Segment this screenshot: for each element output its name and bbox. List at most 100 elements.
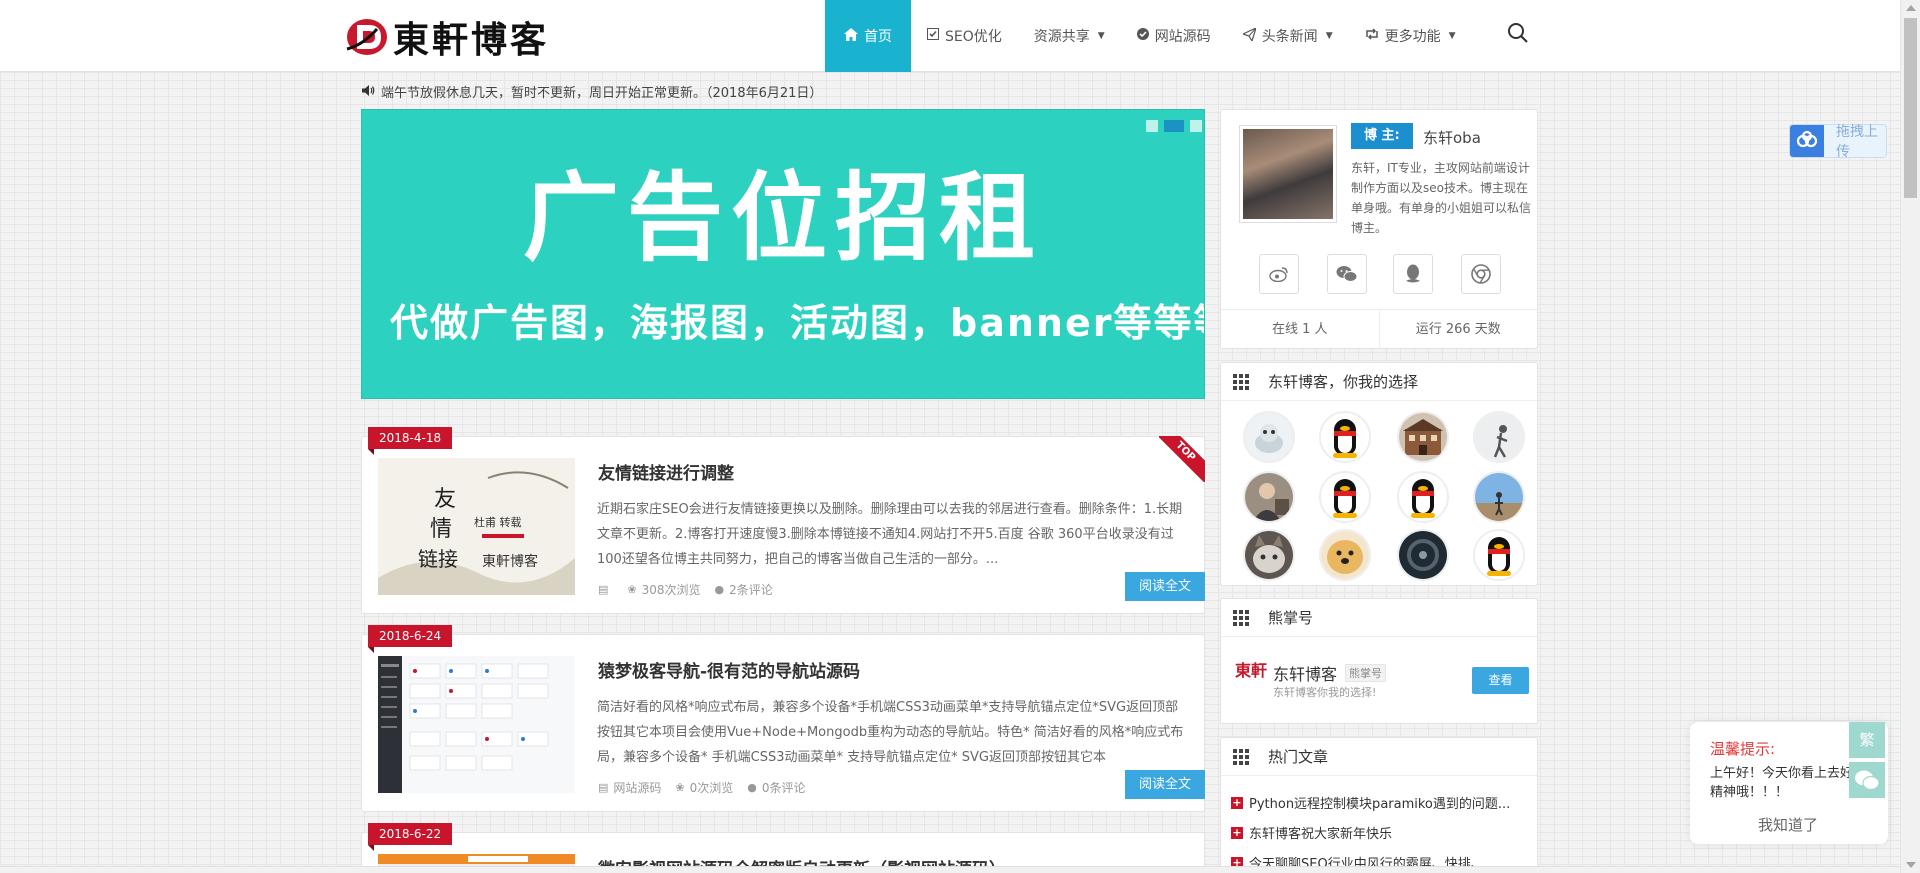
site-stats: 在线 1 人 运行 266 天数 xyxy=(1221,309,1537,349)
svg-text:友: 友 xyxy=(434,487,456,512)
friend-avatar[interactable] xyxy=(1397,411,1449,463)
post-thumbnail[interactable] xyxy=(378,656,575,793)
ad-banner[interactable]: 广告位招租 代做广告图，海报图，活动图，banner等等等。 xyxy=(361,109,1205,399)
friend-avatar[interactable] xyxy=(1319,529,1371,581)
traditional-chinese-button[interactable]: 繁 xyxy=(1849,722,1885,758)
scroll-up-arrow-icon[interactable] xyxy=(1906,5,1916,11)
chrome-button[interactable] xyxy=(1461,254,1501,294)
nav-resources[interactable]: 资源共享 ▼ xyxy=(1018,0,1121,72)
post-excerpt: 简洁好看的风格*响应式布局，兼容多个设备*手机端CSS3动画菜单*支持导航锚点定… xyxy=(597,700,1184,765)
drag-upload-label: 拖拽上传 xyxy=(1836,124,1878,160)
owner-badge: 博 主: xyxy=(1351,123,1413,149)
svg-text:東軒博客: 東軒博客 xyxy=(482,553,538,570)
nav-home-label: 首页 xyxy=(864,29,892,45)
chrome-icon xyxy=(1471,264,1491,284)
friend-avatar[interactable] xyxy=(1243,471,1295,523)
nav-news[interactable]: 头条新闻 ▼ xyxy=(1227,0,1349,72)
friend-avatar[interactable] xyxy=(1473,411,1525,463)
friend-avatar[interactable] xyxy=(1319,471,1371,523)
nav-news-label: 头条新闻 xyxy=(1261,29,1318,45)
caret-down-icon: ▼ xyxy=(1325,31,1333,41)
read-more-button[interactable]: 阅读全文 xyxy=(1125,572,1205,601)
slider-dot-2[interactable] xyxy=(1164,120,1184,132)
post-card: 2018-6-24 猿梦极客导航-很有范的导航站源码 简洁好看的风格*响应式布局… xyxy=(361,625,1205,812)
friend-avatar[interactable] xyxy=(1397,471,1449,523)
tip-dismiss-button[interactable]: 我知道了 xyxy=(1758,814,1818,835)
logo-text: 東軒博客 xyxy=(393,19,550,61)
friend-avatar[interactable] xyxy=(1243,411,1295,463)
qq-penguin-icon xyxy=(1399,473,1447,521)
tip-title: 温馨提示: xyxy=(1710,740,1776,758)
grid-icon xyxy=(1233,748,1249,765)
list-icon: ▤ xyxy=(598,583,609,596)
owner-avatar[interactable] xyxy=(1239,125,1337,223)
post-title[interactable]: 猿梦极客导航-很有范的导航站源码 xyxy=(598,657,860,682)
xiongzhang-card-header: 熊掌号 xyxy=(1221,599,1537,637)
post-thumbnail[interactable]: 友 情 链接 杜甫 转载 東軒博客 xyxy=(378,458,575,595)
slider-dot-3[interactable] xyxy=(1190,120,1202,132)
post-category[interactable]: ▤ xyxy=(598,581,613,598)
weibo-button[interactable] xyxy=(1259,254,1299,294)
running-days: 运行 266 天数 xyxy=(1378,310,1538,349)
weibo-icon xyxy=(1269,267,1288,282)
post-comments[interactable]: ● 2条评论 xyxy=(715,581,773,598)
friend-avatar[interactable] xyxy=(1473,529,1525,581)
check-square-icon xyxy=(927,28,939,44)
plus-icon: + xyxy=(1231,795,1243,809)
read-more-button[interactable]: 阅读全文 xyxy=(1125,770,1205,799)
nav-more[interactable]: 更多功能 ▼ xyxy=(1349,0,1472,72)
qq-penguin-icon xyxy=(1321,413,1369,461)
hot-article-label: Python远程控制模块paramiko遇到的问题... xyxy=(1249,797,1511,812)
hot-article-item[interactable]: + 东轩博客祝大家新年快乐 xyxy=(1231,823,1392,842)
friend-avatar[interactable] xyxy=(1473,471,1525,523)
paper-plane-icon xyxy=(1241,26,1257,45)
friends-card-title: 东轩博客，你我的选择 xyxy=(1268,373,1419,391)
post-title[interactable]: 友情链接进行调整 xyxy=(598,459,734,484)
friend-avatar[interactable] xyxy=(1243,529,1295,581)
friend-avatar[interactable] xyxy=(1397,529,1449,581)
post-comments[interactable]: ● 0条评论 xyxy=(747,779,805,796)
friends-card-header: 东轩博客，你我的选择 xyxy=(1221,363,1537,401)
hot-article-label: 东轩博客祝大家新年快乐 xyxy=(1249,827,1393,842)
qq-button[interactable] xyxy=(1393,254,1433,294)
wechat-float-button[interactable] xyxy=(1849,762,1885,798)
xiongzhang-desc: 东轩博客你我的选择! xyxy=(1273,686,1377,699)
nav-more-label: 更多功能 xyxy=(1384,29,1441,45)
xiongzhang-card: 熊掌号 東軒 东轩博客 熊掌号 东轩博客你我的选择! 查看 xyxy=(1220,598,1538,724)
scrollbar-thumb[interactable] xyxy=(1904,18,1917,198)
hot-articles-title: 热门文章 xyxy=(1268,748,1329,766)
cloud-icon xyxy=(1790,125,1824,157)
post-card: 2018-4-18 TOP 友 情 链接 杜甫 转载 東軒博客 友情链接进行调整… xyxy=(361,427,1205,614)
post-excerpt: 近期石家庄SEO会进行友情链接更换以及删除。删除理由可以去我的邻居进行查看。删除… xyxy=(597,502,1183,567)
friends-card: 东轩博客，你我的选择 xyxy=(1220,362,1538,586)
nav-home[interactable]: 首页 xyxy=(825,0,911,72)
site-logo[interactable]: 東軒博客 xyxy=(345,14,550,61)
owner-bio: 东轩，IT专业，主攻网站前端设计制作方面以及seo技术。博主现在单身哦。有单身的… xyxy=(1351,161,1532,235)
friend-avatar[interactable] xyxy=(1319,411,1371,463)
svg-text:情: 情 xyxy=(430,517,452,542)
post-date-badge: 2018-6-22 xyxy=(368,823,453,851)
hot-articles-header: 热门文章 xyxy=(1221,738,1537,776)
notice-text: 端午节放假休息几天，暂时不更新，周日开始正常更新。（2018年6月21日） xyxy=(381,86,823,101)
logo-d-icon xyxy=(345,15,389,59)
banner-title: 广告位招租 xyxy=(523,162,1043,274)
nav-source-code-label: 网站源码 xyxy=(1154,29,1211,45)
wechat-button[interactable] xyxy=(1327,254,1367,294)
xiongzhang-view-button[interactable]: 查看 xyxy=(1472,667,1529,694)
search-button[interactable] xyxy=(1507,22,1535,50)
wechat-icon xyxy=(1336,266,1358,282)
nav-seo[interactable]: SEO优化 xyxy=(911,0,1018,72)
post-category[interactable]: ▤ 网站源码 xyxy=(598,779,661,796)
comment-icon: ● xyxy=(714,583,725,596)
hot-articles-card: 热门文章 + Python远程控制模块paramiko遇到的问题... + 东轩博客… xyxy=(1220,737,1538,873)
paw-icon: ❀ xyxy=(627,583,637,596)
nav-source-code[interactable]: 网站源码 xyxy=(1121,0,1227,72)
svg-text:杜甫 转载: 杜甫 转载 xyxy=(474,515,522,529)
qq-penguin-icon xyxy=(1321,473,1369,521)
xiongzhang-card-title: 熊掌号 xyxy=(1268,609,1314,627)
hot-article-item[interactable]: + Python远程控制模块paramiko遇到的问题... xyxy=(1231,793,1510,812)
scroll-down-arrow-icon[interactable] xyxy=(1906,862,1916,868)
vertical-scrollbar[interactable] xyxy=(1900,0,1920,873)
drag-upload-button[interactable]: 拖拽上传 xyxy=(1789,124,1887,160)
slider-dot-1[interactable] xyxy=(1146,120,1158,132)
